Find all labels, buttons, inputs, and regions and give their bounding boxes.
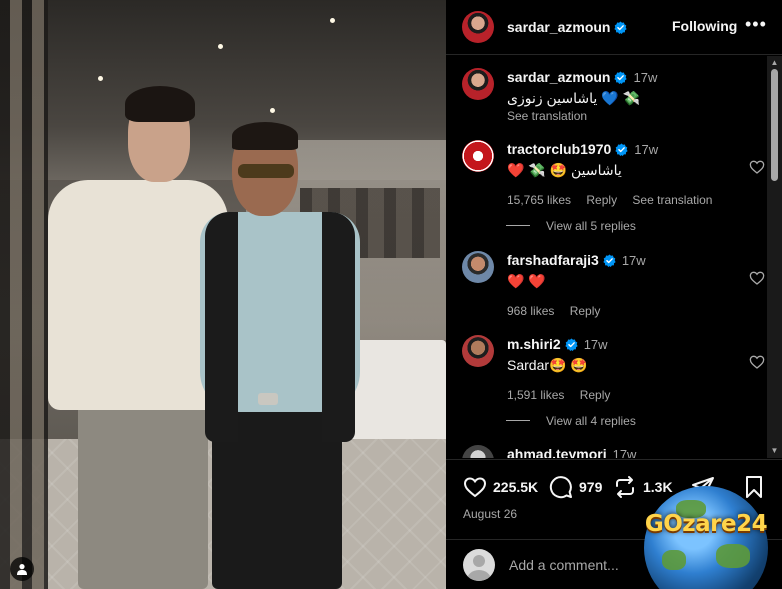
- gozare24-watermark-logo: GOzare24: [638, 486, 774, 589]
- photo-wooden-lattice: [0, 0, 48, 589]
- likes-count: 225.5K: [493, 479, 539, 495]
- comment-reply-button[interactable]: Reply: [586, 193, 617, 207]
- person-right-sunglasses: [238, 164, 294, 178]
- globe-icon: [644, 486, 768, 589]
- author-avatar[interactable]: [462, 11, 494, 43]
- comment-button[interactable]: 979: [549, 475, 602, 499]
- comment-likes-count[interactable]: 15,765 likes: [507, 193, 571, 207]
- comments-list[interactable]: sardar_azmoun 17w یاشاسین زنوزی 💙 💸 See t…: [446, 56, 782, 458]
- replies-divider: [506, 225, 530, 226]
- heart-icon[interactable]: [749, 159, 765, 175]
- caption-text: یاشاسین زنوزی 💙 💸: [507, 90, 640, 106]
- scroll-down-arrow-icon[interactable]: ▼: [770, 446, 779, 455]
- ceiling-light: [270, 108, 275, 113]
- scroll-up-arrow-icon[interactable]: ▲: [770, 58, 779, 67]
- comment-username[interactable]: m.shiri2: [507, 336, 561, 352]
- scrollbar-thumb[interactable]: [771, 69, 778, 181]
- comment-likes-count[interactable]: 968 likes: [507, 304, 554, 318]
- comment-username[interactable]: tractorclub1970: [507, 141, 611, 157]
- caption-time[interactable]: 17w: [633, 70, 657, 85]
- comment-username[interactable]: ahmad.teymori: [507, 446, 607, 458]
- comment-bubble-icon: [549, 476, 572, 499]
- verified-badge-icon: [614, 20, 628, 34]
- repost-icon: [616, 476, 634, 498]
- comments-scrollbar[interactable]: ▲ ▼: [767, 56, 782, 458]
- ceiling-light: [330, 18, 335, 23]
- comment-text: ❤️ 💸 🤩 یاشاسین: [507, 162, 622, 178]
- person-left-hair: [125, 86, 195, 122]
- heart-icon: [463, 477, 487, 498]
- current-user-avatar: [463, 548, 495, 581]
- verified-badge-icon: [565, 338, 578, 351]
- view-replies-label: View all 4 replies: [546, 414, 636, 428]
- like-button[interactable]: 225.5K: [463, 475, 538, 499]
- heart-icon[interactable]: [749, 270, 765, 286]
- comment-time[interactable]: 17w: [584, 337, 608, 352]
- verified-badge-icon: [615, 143, 628, 156]
- view-replies-button[interactable]: View all 5 replies: [506, 219, 636, 233]
- user-tag-icon: [17, 564, 27, 575]
- author-username[interactable]: sardar_azmoun: [507, 19, 610, 35]
- comment-avatar[interactable]: [462, 445, 494, 458]
- comments-count: 979: [579, 479, 603, 495]
- view-replies-label: View all 5 replies: [546, 219, 636, 233]
- comment-text: ❤️ ❤️: [507, 273, 546, 289]
- ceiling-light: [98, 76, 103, 81]
- caption-see-translation[interactable]: See translation: [507, 109, 737, 123]
- caption-username[interactable]: sardar_azmoun: [507, 69, 610, 85]
- comment-see-translation[interactable]: See translation: [632, 193, 712, 207]
- comment-time[interactable]: 17w: [622, 253, 646, 268]
- post-photo[interactable]: [0, 0, 446, 589]
- comment-avatar[interactable]: [462, 335, 494, 367]
- post-header: sardar_azmoun Following •••: [446, 0, 782, 55]
- comment-likes-count[interactable]: 1,591 likes: [507, 388, 564, 402]
- globe-land: [716, 544, 750, 568]
- user-tag-button[interactable]: [10, 557, 34, 581]
- following-button[interactable]: Following: [672, 18, 737, 34]
- ceiling-light: [218, 44, 223, 49]
- post-date[interactable]: August 26: [463, 507, 517, 521]
- view-replies-button[interactable]: View all 4 replies: [506, 414, 636, 428]
- more-options-icon[interactable]: •••: [745, 15, 766, 37]
- comment-time[interactable]: 17w: [613, 447, 637, 458]
- person-right-hair: [232, 122, 298, 150]
- heart-icon[interactable]: [749, 354, 765, 370]
- add-comment-input[interactable]: Add a comment...: [509, 557, 619, 573]
- comment-text: Sardar🤩 🤩: [507, 357, 588, 373]
- comment-time[interactable]: 17w: [634, 142, 658, 157]
- comment-reply-button[interactable]: Reply: [580, 388, 611, 402]
- person-right-belt-buckle: [258, 393, 278, 405]
- replies-divider: [506, 420, 530, 421]
- watermark-text: GOzare24: [644, 511, 768, 537]
- comment-avatar[interactable]: [462, 140, 494, 172]
- person-left-trousers: [78, 385, 208, 589]
- verified-badge-icon: [603, 254, 616, 267]
- globe-land: [662, 550, 686, 570]
- comment-username[interactable]: farshadfaraji3: [507, 252, 599, 268]
- verified-badge-icon: [614, 71, 628, 84]
- comment-reply-button[interactable]: Reply: [570, 304, 601, 318]
- comment-avatar[interactable]: [462, 251, 494, 283]
- caption-author-avatar[interactable]: [462, 68, 494, 100]
- person-right-vest: [205, 212, 355, 442]
